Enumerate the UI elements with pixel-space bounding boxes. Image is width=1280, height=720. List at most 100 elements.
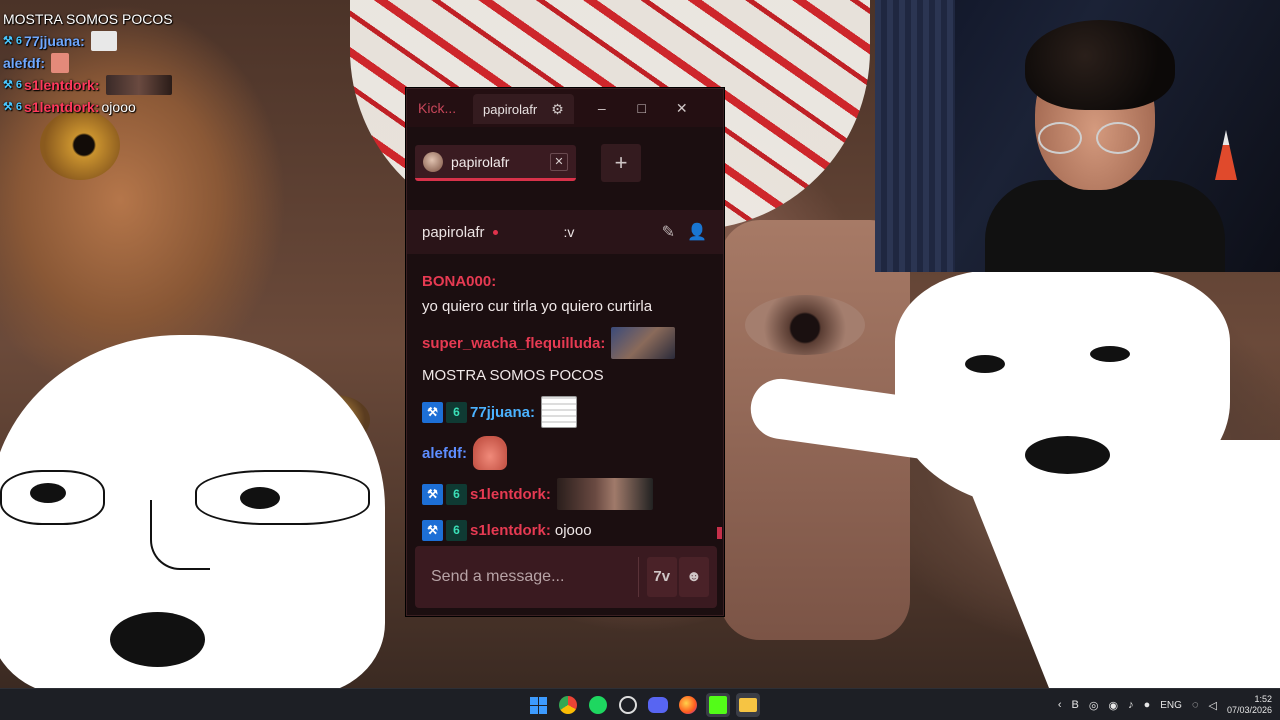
wojak-glasses [195, 470, 370, 525]
channel-tab-label: papirolafr [451, 153, 510, 170]
chat-message: alefdf: [422, 436, 715, 470]
overlay-username: alefdf: [3, 55, 45, 71]
composer-divider [638, 557, 639, 597]
chrome-icon[interactable] [556, 693, 580, 717]
cat-eye-image [40, 110, 120, 180]
emote-image [90, 31, 117, 51]
windows-logo [529, 696, 547, 714]
pin-icon[interactable]: ✎ [662, 222, 675, 242]
overlay-line: alefdf: [3, 52, 343, 74]
minimize-button[interactable]: – [582, 100, 622, 116]
user-icon[interactable]: 👤 [687, 222, 707, 242]
overlay-cutoff-line [3, 0, 343, 8]
wojak-eye [1090, 346, 1130, 362]
overlay-username: s1lentdork: [24, 77, 100, 93]
moderator-badge-icon: ⚒ [422, 483, 443, 505]
chat-message: ⚒ 6 s1lentdork: [422, 478, 715, 510]
traffic-cone [1215, 130, 1237, 180]
message-text: ojooo [554, 522, 592, 539]
message-username[interactable]: super_wacha_flequilluda: [422, 331, 605, 356]
wojak-mouth [1025, 436, 1110, 474]
avatar [423, 151, 443, 172]
windows-start-icon[interactable] [526, 693, 550, 717]
moderator-badge-icon: ⚒ [422, 401, 443, 423]
app-tray-icon[interactable]: B [1072, 699, 1079, 711]
curtain-image [875, 0, 955, 272]
app-tray-icon[interactable]: ◎ [1089, 699, 1099, 712]
chat-message: BONA000: yo quiero cur tirla yo quiero c… [422, 269, 715, 319]
overlay-message-text: ojooo [101, 99, 136, 115]
spotify-icon[interactable] [586, 693, 610, 717]
chat-message: ⚒ 6 77jjuana: [422, 396, 715, 428]
chat-window: Kick... papirolafr ⚙ – □ ✕ papirolafr ✕ … [406, 88, 724, 616]
chevron-left-icon[interactable]: ‹ [1058, 699, 1062, 711]
firefox-icon[interactable] [676, 693, 700, 717]
overlay-line: ⚒ 6 s1lentdork: [3, 74, 343, 96]
live-indicator [492, 229, 498, 235]
file-explorer-icon[interactable] [736, 693, 760, 717]
channel-header: papirolafr :v ✎ 👤 [407, 210, 723, 254]
clock-date: 07/03/2026 [1226, 705, 1272, 715]
overlay-line: MOSTRA SOMOS POCOS [3, 8, 343, 30]
message-username[interactable]: BONA000: [422, 269, 496, 294]
message-input[interactable] [415, 546, 638, 608]
message-username[interactable]: alefdf: [422, 441, 467, 466]
chat-message: ⚒ 6 s1lentdork: ojooo [422, 518, 715, 543]
close-tab-icon[interactable]: ✕ [550, 152, 568, 171]
overlay-message-text: MOSTRA SOMOS POCOS [3, 11, 173, 27]
emote-image [541, 396, 578, 428]
chat-scrollbar[interactable] [717, 527, 722, 539]
clock[interactable]: 1:52 07/03/2026 [1227, 694, 1272, 716]
kick-icon[interactable] [706, 693, 730, 717]
webcam-feed [875, 0, 1280, 272]
speaker-icon[interactable]: ◁ [1208, 699, 1216, 712]
system-tray: ‹ B ◎ ◉ ♪ ● ENG ◌ ◁ 1:52 07/03/2026 [1058, 689, 1272, 720]
message-username[interactable]: s1lentdork: [470, 518, 551, 543]
message-username[interactable]: s1lentdork: [470, 482, 551, 507]
emote-image [611, 327, 676, 359]
overlay-username: 77jjuana: [24, 33, 85, 49]
window-title: Kick... [418, 100, 457, 116]
chat-messages[interactable]: BONA000: yo quiero cur tirla yo quiero c… [407, 254, 723, 544]
maximize-button[interactable]: □ [622, 100, 662, 116]
overlay-line: ⚒ 6 77jjuana: [3, 30, 343, 52]
mic-icon[interactable]: ● [1144, 699, 1151, 711]
streamer-glasses [1038, 122, 1148, 156]
subscriber-badge-icon: 6 [446, 483, 467, 505]
overlay-badge: ⚒ 6 [3, 79, 23, 91]
language-indicator[interactable]: ENG [1160, 700, 1182, 711]
streamer-body [985, 180, 1225, 272]
channel-name[interactable]: papirolafr [422, 224, 485, 241]
discord-icon[interactable] [646, 693, 670, 717]
wojak-mouth [110, 612, 205, 667]
title-bar[interactable]: Kick... papirolafr ⚙ – □ ✕ [407, 89, 723, 127]
add-tab-button[interactable]: + [601, 144, 641, 182]
streamer-hair [1025, 20, 1175, 110]
network-icon[interactable]: ◉ [1109, 699, 1119, 712]
message-username[interactable]: 77jjuana: [470, 400, 535, 425]
emote-image [556, 478, 653, 510]
overlay-badge: ⚒ 6 [3, 101, 23, 113]
window-tab-label: papirolafr [483, 101, 538, 117]
message-text: yo quiero cur tirla yo quiero curtirla [422, 298, 653, 315]
stream-chat-overlay: MOSTRA SOMOS POCOS ⚒ 6 77jjuana: alefdf:… [3, 0, 343, 118]
subscriber-badge-icon: 6 [446, 520, 467, 541]
7tv-emote-button[interactable]: 7v [646, 557, 677, 597]
subscriber-badge-icon: 6 [446, 401, 467, 423]
volume-icon[interactable]: ♪ [1128, 699, 1134, 711]
wifi-icon[interactable]: ◌ [1192, 699, 1199, 711]
wojak-eye [965, 355, 1005, 373]
clock-time: 1:52 [1254, 694, 1272, 704]
glasses-lens [1096, 122, 1140, 154]
taskbar-apps [526, 693, 760, 717]
close-button[interactable]: ✕ [662, 100, 702, 117]
obs-icon[interactable] [616, 693, 640, 717]
wojak-nose [150, 500, 210, 570]
emote-image [105, 75, 172, 95]
message-composer: 7v ☻ [415, 546, 717, 608]
chat-message: MOSTRA SOMOS POCOS [422, 363, 715, 388]
channel-tab-papirolafr[interactable]: papirolafr ✕ [415, 145, 576, 181]
window-tab[interactable]: papirolafr ⚙ [473, 94, 574, 124]
kick-emote-button[interactable]: ☻ [678, 557, 709, 597]
gear-icon[interactable]: ⚙ [551, 101, 564, 118]
